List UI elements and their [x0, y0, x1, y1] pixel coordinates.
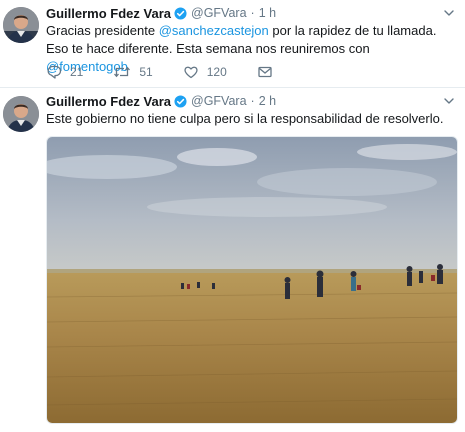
- verified-badge-icon: [174, 94, 187, 108]
- like-count: 120: [206, 65, 227, 79]
- tweet-timestamp[interactable]: 2 h: [259, 94, 276, 108]
- avatar[interactable]: [3, 96, 39, 132]
- tweet[interactable]: Guillermo Fdez Vara @GFVara · 1 h Gracia…: [0, 0, 465, 88]
- tweet-actions: 21 51 120: [46, 62, 281, 82]
- avatar[interactable]: [3, 7, 39, 43]
- tweet-photo[interactable]: [46, 136, 458, 424]
- retweet-button[interactable]: 51: [113, 64, 153, 80]
- retweet-icon: [114, 66, 131, 78]
- tweet-text: Este gobierno no tiene culpa pero si la …: [46, 110, 455, 128]
- author-name[interactable]: Guillermo Fdez Vara: [46, 94, 171, 109]
- tweet-timestamp[interactable]: 1 h: [259, 6, 276, 20]
- reply-count: 21: [70, 65, 84, 79]
- tweet-header: Guillermo Fdez Vara @GFVara · 2 h: [46, 92, 455, 110]
- retweet-count: 51: [139, 65, 153, 79]
- mention-link[interactable]: @sanchezcastejon: [159, 23, 269, 38]
- heart-icon: [184, 66, 198, 79]
- like-button[interactable]: 120: [183, 64, 227, 80]
- chevron-down-icon[interactable]: [443, 7, 455, 19]
- tweet-header: Guillermo Fdez Vara @GFVara · 1 h: [46, 4, 455, 22]
- verified-badge-icon: [174, 6, 187, 20]
- tweet-text-part: Gracias presidente: [46, 23, 159, 38]
- envelope-icon: [258, 66, 272, 78]
- author-handle[interactable]: @GFVara: [191, 6, 247, 20]
- author-handle[interactable]: @GFVara: [191, 94, 247, 108]
- separator-dot: ·: [250, 6, 255, 20]
- chevron-down-icon[interactable]: [443, 95, 455, 107]
- separator-dot: ·: [250, 94, 255, 108]
- reply-icon: [47, 65, 62, 79]
- tweet[interactable]: Guillermo Fdez Vara @GFVara · 2 h Este g…: [0, 88, 465, 432]
- author-name[interactable]: Guillermo Fdez Vara: [46, 6, 171, 21]
- reply-button[interactable]: 21: [46, 64, 83, 80]
- tweet-text-part: Este gobierno no tiene culpa pero si la …: [46, 111, 444, 126]
- direct-message-button[interactable]: [257, 64, 281, 80]
